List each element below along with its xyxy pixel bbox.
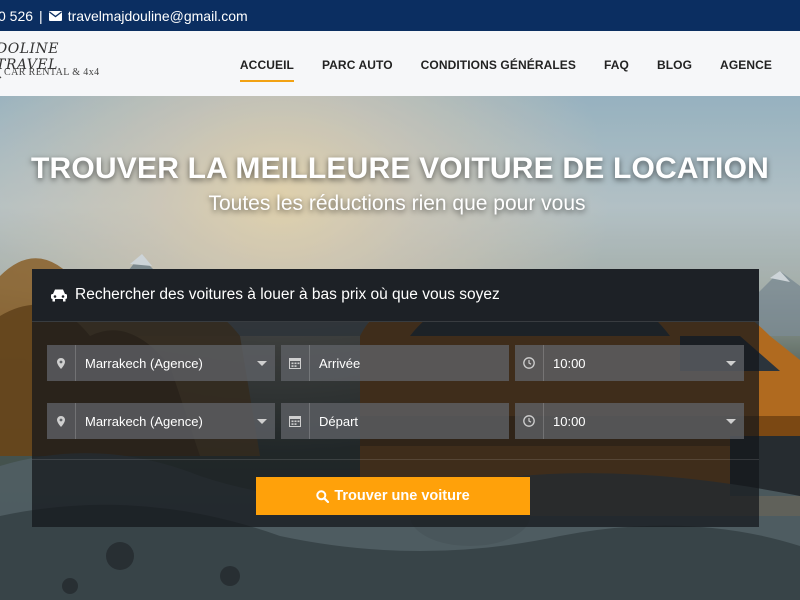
nav-agence[interactable]: AGENCE bbox=[706, 31, 786, 96]
separator: | bbox=[39, 7, 43, 24]
nav-conditions-generales[interactable]: CONDITIONS GÉNÉRALES bbox=[407, 31, 590, 96]
pickup-location-value: Marrakech (Agence) bbox=[85, 355, 203, 371]
return-location-select[interactable]: Marrakech (Agence) bbox=[47, 403, 275, 439]
nav-parc-auto[interactable]: PARC AUTO bbox=[308, 31, 407, 96]
nav-faq[interactable]: FAQ bbox=[590, 31, 643, 96]
pickup-row: Marrakech (Agence) Arrivée 10:00 bbox=[47, 345, 744, 381]
main-nav: ACCUEIL PARC AUTO CONDITIONS GÉNÉRALES F… bbox=[226, 31, 786, 96]
nav-accueil[interactable]: ACCUEIL bbox=[226, 31, 308, 96]
hero-subtitle: Toutes les réductions rien que pour vous bbox=[208, 192, 586, 215]
envelope-icon bbox=[48, 10, 62, 21]
calendar-icon bbox=[281, 345, 310, 381]
chevron-down-icon bbox=[726, 360, 736, 366]
site-logo[interactable]: DOLINE TRAVEL CAR RENTAL & 4x4 bbox=[0, 37, 116, 89]
clock-icon bbox=[515, 403, 544, 439]
chevron-down-icon bbox=[726, 418, 736, 424]
search-panel: Rechercher des voitures à louer à bas pr… bbox=[32, 269, 759, 527]
pickup-time-select[interactable]: 10:00 bbox=[515, 345, 744, 381]
find-car-label: Trouver une voiture bbox=[334, 488, 470, 504]
email-link[interactable]: travelmajdouline@gmail.com bbox=[68, 8, 248, 24]
return-time-value: 10:00 bbox=[553, 413, 586, 429]
pickup-location-select[interactable]: Marrakech (Agence) bbox=[47, 345, 275, 381]
pickup-date-value: Arrivée bbox=[319, 355, 361, 371]
return-date-value: Départ bbox=[319, 413, 359, 429]
map-pin-icon bbox=[47, 403, 76, 439]
hero-title: TROUVER LA MEILLEURE VOITURE DE LOCATION bbox=[30, 152, 769, 185]
pickup-date-field[interactable]: Arrivée bbox=[281, 345, 509, 381]
return-date-field[interactable]: Départ bbox=[281, 403, 509, 439]
find-car-button[interactable]: Trouver une voiture bbox=[256, 477, 530, 515]
contact-bar: 0 526 | travelmajdouline@gmail.com bbox=[0, 0, 800, 31]
return-row: Marrakech (Agence) Départ 10:00 bbox=[47, 403, 744, 439]
return-time-select[interactable]: 10:00 bbox=[515, 403, 744, 439]
chevron-down-icon bbox=[257, 418, 267, 424]
calendar-icon bbox=[281, 403, 310, 439]
clock-icon bbox=[515, 345, 544, 381]
nav-blog[interactable]: BLOG bbox=[643, 31, 706, 96]
phone-number[interactable]: 0 526 bbox=[0, 8, 33, 24]
panel-divider bbox=[32, 459, 759, 460]
logo-subtitle: CAR RENTAL & 4x4 bbox=[4, 67, 100, 78]
logo-mark-icon bbox=[0, 76, 2, 79]
return-location-value: Marrakech (Agence) bbox=[85, 413, 203, 429]
search-panel-header: Rechercher des voitures à louer à bas pr… bbox=[32, 269, 759, 322]
chevron-down-icon bbox=[257, 360, 267, 366]
search-heading: Rechercher des voitures à louer à bas pr… bbox=[75, 286, 500, 303]
map-pin-icon bbox=[47, 345, 76, 381]
site-header: DOLINE TRAVEL CAR RENTAL & 4x4 ACCUEIL P… bbox=[0, 31, 800, 97]
car-icon bbox=[51, 289, 67, 302]
pickup-time-value: 10:00 bbox=[553, 355, 586, 371]
search-icon bbox=[316, 489, 330, 503]
